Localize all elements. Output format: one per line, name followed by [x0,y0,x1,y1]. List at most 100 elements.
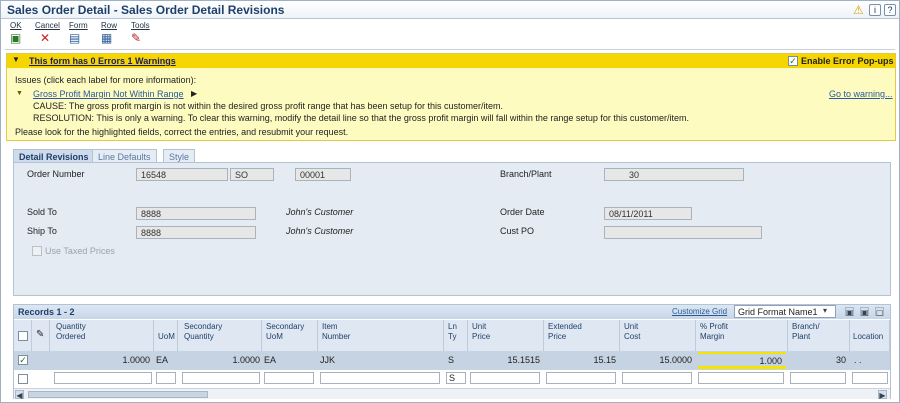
cust-po-field[interactable] [604,226,762,239]
sold-to-label: Sold To [27,207,57,217]
warning-panel: ▼ This form has 0 Errors 1 Warnings ✓ En… [6,53,896,141]
row-menu-button[interactable]: Row ▦ [101,21,117,47]
item-header: Item Number [322,322,351,341]
uom-header: UoM [158,332,175,341]
tab-style[interactable]: Style [163,149,196,163]
horizontal-scrollbar[interactable]: ◀ ▶ [14,388,890,400]
sold-to-name: John's Customer [286,207,354,217]
use-taxed-prices-label: Use Taxed Prices [45,246,115,256]
uom-cell[interactable]: EA [156,355,168,365]
new-profit-input[interactable] [698,372,784,384]
unit-cost-cell[interactable]: 15.0000 [620,355,692,365]
table-row[interactable]: ✓ 1.0000 EA 1.0000 EA JJK S 15.1515 15.1… [14,351,890,370]
warning-footer: Please look for the highlighted fields, … [15,127,349,137]
grid-header-bar: Records 1 - 2 Customize Grid Grid Format… [14,305,890,319]
chevron-down-icon: ▾ [823,306,828,315]
grid-format-select[interactable]: Grid Format Name1 ▾ [734,305,836,318]
cancel-icon: ✕ [40,31,51,45]
new-uom-input[interactable] [156,372,176,384]
tools-menu-button[interactable]: Tools ✎ [131,21,150,47]
app-window: Sales Order Detail - Sales Order Detail … [0,0,900,403]
issue-collapse-icon[interactable]: ▼ [16,90,23,97]
warning-header: ▼ This form has 0 Errors 1 Warnings ✓ En… [7,54,895,68]
detail-revisions-panel: Order Number 16548 SO 00001 Branch/Plant… [13,162,891,296]
ship-to-name: John's Customer [286,226,354,236]
scroll-left-icon[interactable]: ◀ [15,390,24,400]
issue-title-link[interactable]: Gross Profit Margin Not Within Range [33,89,184,99]
cust-po-label: Cust PO [500,226,535,236]
new-ext-price-input[interactable] [546,372,616,384]
unit-price-cell[interactable]: 15.1515 [468,355,540,365]
profit-header: % Profit Margin [700,322,729,341]
warning-icon[interactable]: ⚠ [853,3,864,17]
use-taxed-prices-checkbox[interactable] [32,246,42,256]
order-number-field[interactable]: 16548 [136,168,228,181]
order-date-field[interactable]: 08/11/2011 [604,207,692,220]
qty-cell[interactable]: 1.0000 [50,355,150,365]
branch-plant-field[interactable]: 30 [604,168,744,181]
toolbar-divider [5,49,895,50]
new-item-input[interactable] [320,372,440,384]
scroll-right-icon[interactable]: ▶ [878,390,887,400]
help-icon[interactable]: ? [884,4,896,16]
sec-uom-cell[interactable]: EA [264,355,276,365]
unit-cost-header: Unit Cost [624,322,641,341]
row-icon: ▦ [101,31,113,45]
row-select-checkbox[interactable]: ✓ [18,355,28,365]
window-title: Sales Order Detail - Sales Order Detail … [7,3,285,17]
select-all-checkbox[interactable] [18,331,28,341]
grid-import-icon[interactable]: ▣ [860,307,869,317]
new-lnty-input[interactable]: S [446,372,466,384]
title-bar: Sales Order Detail - Sales Order Detail … [1,1,899,19]
customize-grid-link[interactable]: Customize Grid [672,307,727,316]
order-company-field[interactable]: 00001 [295,168,351,181]
branch-plant-label: Branch/Plant [500,169,552,179]
scroll-thumb[interactable] [28,391,208,398]
grid-export-icon[interactable]: ▣ [845,307,854,317]
sold-to-field[interactable]: 8888 [136,207,256,220]
grid-maximize-icon[interactable]: ▢ [875,307,884,317]
new-row-checkbox[interactable] [18,374,28,384]
ext-price-cell[interactable]: 15.15 [544,355,616,365]
new-unit-price-input[interactable] [470,372,540,384]
new-qty-input[interactable] [54,372,152,384]
issue-expand-icon[interactable]: ▶ [191,89,197,98]
new-branch-input[interactable] [790,372,846,384]
collapse-icon[interactable]: ▼ [12,55,20,64]
new-unit-cost-input[interactable] [622,372,692,384]
unit-price-header: Unit Price [472,322,491,341]
warning-resolution: RESOLUTION: This is only a warning. To c… [33,113,689,123]
item-cell[interactable]: JJK [320,355,335,365]
ship-to-field[interactable]: 8888 [136,226,256,239]
new-sec-qty-input[interactable] [182,372,260,384]
profit-margin-cell-highlighted[interactable]: 1.000 [698,352,786,369]
form-icon: ▤ [69,31,81,45]
enable-popups-checkbox[interactable]: ✓ [788,56,798,66]
sec-qty-header: Secondary Quantity [184,322,223,341]
ok-button[interactable]: OK ▣ [10,21,22,47]
go-to-warning-link[interactable]: Go to warning... [829,89,893,99]
order-type-field[interactable]: SO [230,168,274,181]
new-sec-uom-input[interactable] [264,372,314,384]
cancel-button[interactable]: Cancel ✕ [35,21,60,47]
sec-qty-cell[interactable]: 1.0000 [178,355,260,365]
branch-header: Branch/Plant [792,322,820,341]
info-icon[interactable]: i [869,4,881,16]
form-menu-button[interactable]: Form ▤ [69,21,88,47]
tab-line-defaults[interactable]: Line Defaults [92,149,157,163]
attachment-icon: ✎ [36,329,45,340]
sec-uom-header: Secondary UoM [266,322,305,341]
location-cell[interactable]: . . [854,355,862,365]
lnty-cell[interactable]: S [448,355,454,365]
order-number-label: Order Number [27,169,85,179]
tab-detail-revisions[interactable]: Detail Revisions [13,149,95,163]
branch-cell[interactable]: 30 [788,355,846,365]
new-location-input[interactable] [852,372,888,384]
warning-summary-link[interactable]: This form has 0 Errors 1 Warnings [29,56,176,66]
ship-to-label: Ship To [27,226,57,236]
order-date-label: Order Date [500,207,545,217]
location-header: Location [853,332,884,341]
save-icon: ▣ [10,31,22,45]
detail-grid: Records 1 - 2 Customize Grid Grid Format… [13,304,891,400]
qty-header: Quantity Ordered [56,322,86,341]
